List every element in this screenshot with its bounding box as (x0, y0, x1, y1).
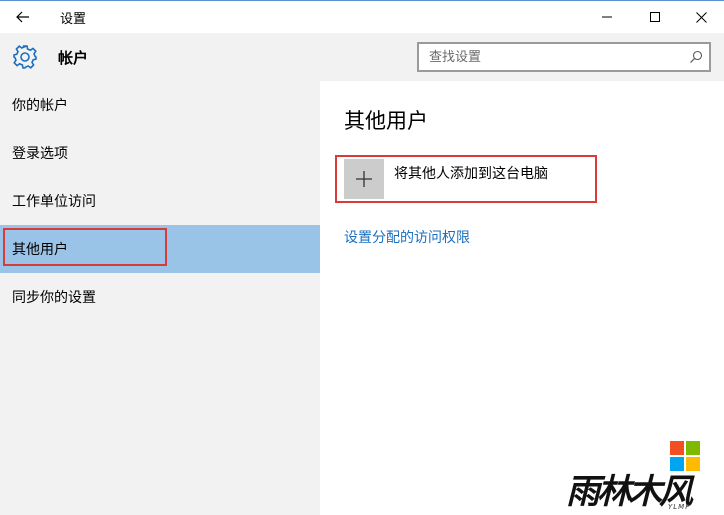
sidebar-item-work-access[interactable]: 工作单位访问 (0, 177, 320, 225)
close-icon (695, 11, 707, 23)
sidebar-item-label: 其他用户 (12, 242, 68, 258)
sidebar-item-label: 工作单位访问 (12, 194, 96, 210)
back-arrow-icon (16, 11, 29, 23)
sidebar-item-label: 你的帐户 (12, 98, 68, 114)
add-user-label: 将其他人添加到这台电脑 (394, 166, 548, 182)
search-icon[interactable] (689, 50, 703, 64)
gear-icon (13, 45, 37, 69)
sidebar-item-sync-settings[interactable]: 同步你的设置 (0, 273, 320, 321)
assigned-access-link[interactable]: 设置分配的访问权限 (344, 227, 470, 247)
minimize-button[interactable] (584, 1, 630, 33)
maximize-button[interactable] (632, 1, 678, 33)
close-button[interactable] (678, 1, 724, 33)
section-header-title: 帐户 (58, 49, 89, 67)
sidebar-item-other-users[interactable]: 其他用户 (0, 225, 320, 273)
title-bar: 设置 (0, 1, 724, 33)
watermark-sub-text: YLMF (668, 503, 691, 511)
plus-icon (356, 171, 372, 187)
search-box[interactable] (417, 42, 711, 72)
back-button[interactable] (6, 3, 40, 31)
search-input[interactable] (419, 44, 679, 70)
sidebar-item-sign-in-options[interactable]: 登录选项 (0, 129, 320, 177)
page-header: 帐户 (0, 33, 724, 81)
watermark-logo: 雨林木风 YLMF (558, 437, 724, 515)
window-title: 设置 (60, 12, 87, 27)
minimize-icon (602, 16, 612, 18)
maximize-icon (650, 12, 660, 22)
add-user-tile[interactable] (344, 159, 384, 199)
windows-logo-icon (670, 441, 700, 471)
sidebar-item-your-account[interactable]: 你的帐户 (0, 81, 320, 129)
sidebar: 你的帐户 登录选项 工作单位访问 其他用户 同步你的设置 (0, 81, 320, 515)
sidebar-item-label: 登录选项 (12, 146, 68, 162)
page-title: 其他用户 (344, 109, 428, 133)
add-other-user-button[interactable]: 将其他人添加到这台电脑 (344, 159, 548, 201)
sidebar-item-label: 同步你的设置 (12, 290, 96, 306)
settings-window: 设置 帐户 查找设置 你的帐户 登录选项 工作单位访问 其他用户 同步你的设置 … (0, 0, 724, 515)
